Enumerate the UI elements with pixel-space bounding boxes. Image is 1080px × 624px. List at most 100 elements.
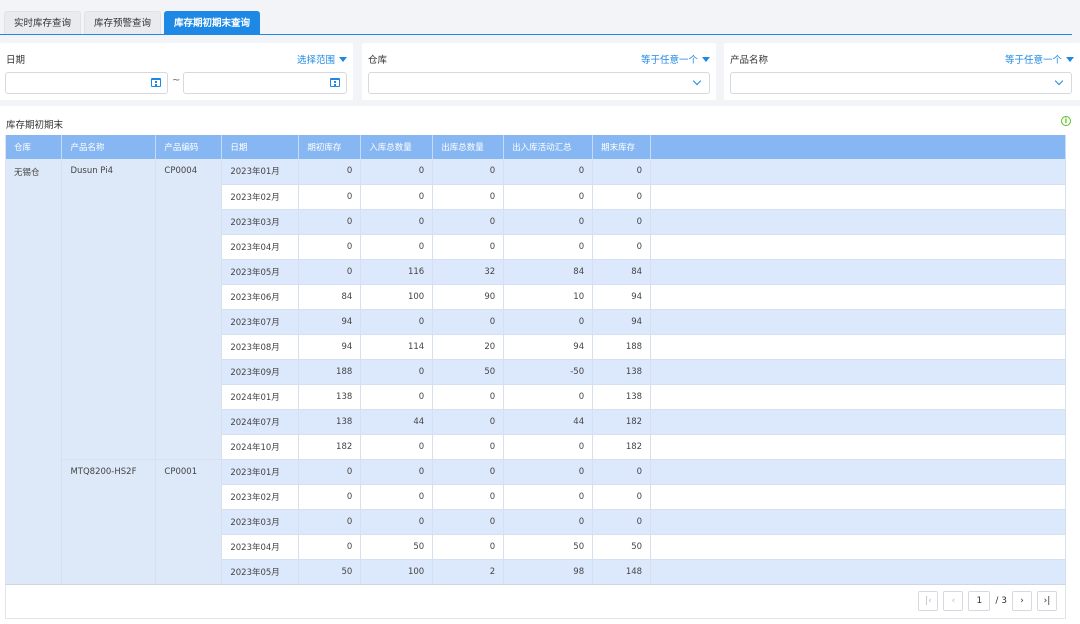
cell-filler <box>650 559 1066 585</box>
column-header[interactable]: 出库总数量 <box>432 135 505 159</box>
inventory-table: 仓库 产品名称 产品编码 日期 期初库存 入库总数量 出库总数量 出入库活动汇总 期末库存 无锡… <box>6 135 1066 585</box>
cell-inbound-total: 0 <box>360 309 434 335</box>
filter-product-label: 产品名称 <box>730 55 769 66</box>
cell-outbound-total: 0 <box>432 434 505 460</box>
table-body: 无锡仓 Dusun Pi4 CP0004 2023年01月 0 0 0 0 0 2023年02月 0… <box>6 159 1066 585</box>
cell-opening-stock: 182 <box>298 434 362 460</box>
table-row[interactable]: 无锡仓 Dusun Pi4 CP0004 2023年01月 0 0 0 0 0 <box>6 159 1066 585</box>
date-end-input[interactable] <box>183 72 347 94</box>
cell-date: 2023年01月 <box>221 159 300 185</box>
filter-warehouse: 仓库 等于任意一个 <box>362 43 716 100</box>
cell-outbound-total: 20 <box>432 334 505 360</box>
cell-filler <box>650 259 1066 285</box>
column-header-filler <box>650 135 1066 159</box>
tab-underline <box>0 34 1072 35</box>
column-header[interactable]: 入库总数量 <box>360 135 434 159</box>
cell-closing-stock: 148 <box>592 559 652 585</box>
cell-inbound-total: 0 <box>360 509 434 535</box>
tabs: 实时库存查询 库存预警查询 库存期初期末查询 <box>4 11 261 34</box>
cell-date: 2023年01月 <box>221 459 300 485</box>
cell-closing-stock: 0 <box>592 159 652 185</box>
cell-net-activity: 44 <box>503 409 594 435</box>
cell-inbound-total: 0 <box>360 384 434 410</box>
filter-warehouse-operator[interactable]: 等于任意一个 <box>641 52 710 66</box>
tab-inventory-alert[interactable]: 库存预警查询 <box>84 11 162 34</box>
cell-outbound-total: 0 <box>432 159 505 185</box>
tab-opening-closing-inventory[interactable]: 库存期初期末查询 <box>164 11 261 34</box>
cell-product-code: CP0004 <box>155 159 223 460</box>
cell-filler <box>650 434 1066 460</box>
filter-date-label: 日期 <box>6 55 26 66</box>
cell-filler <box>650 209 1066 235</box>
filter-product-operator[interactable]: 等于任意一个 <box>1005 52 1074 66</box>
cell-inbound-total: 100 <box>360 284 434 310</box>
cell-closing-stock: 94 <box>592 284 652 310</box>
cell-net-activity: 0 <box>503 459 594 485</box>
cell-opening-stock: 50 <box>298 559 362 585</box>
cell-net-activity: 0 <box>503 309 594 335</box>
table-row[interactable]: MTQ8200-HS2F CP0001 2023年01月 0 0 0 0 0 <box>6 459 1066 585</box>
data-grid[interactable]: 仓库 产品名称 产品编码 日期 期初库存 入库总数量 出库总数量 出入库活动汇总 期末库存 无锡… <box>5 135 1066 590</box>
table-header-row: 仓库 产品名称 产品编码 日期 期初库存 入库总数量 出库总数量 出入库活动汇总 期末库存 <box>6 135 1066 159</box>
cell-product-name: Dusun Pi4 <box>61 159 157 460</box>
cell-inbound-total: 0 <box>360 434 434 460</box>
cell-inbound-total: 114 <box>360 334 434 360</box>
cell-product-name: MTQ8200-HS2F <box>61 459 157 585</box>
cell-filler <box>650 359 1066 385</box>
cell-filler <box>650 284 1066 310</box>
column-header[interactable]: 产品名称 <box>61 135 157 159</box>
cell-date: 2023年04月 <box>221 534 300 560</box>
page-number-input[interactable]: 1 <box>968 591 991 611</box>
cell-outbound-total: 0 <box>432 484 505 510</box>
cell-outbound-total: 0 <box>432 384 505 410</box>
cell-date: 2023年09月 <box>221 359 300 385</box>
filter-date-operator[interactable]: 选择范围 <box>297 52 347 66</box>
cell-date: 2023年08月 <box>221 334 300 360</box>
last-page-button[interactable]: ›| <box>1037 591 1057 611</box>
calendar-icon[interactable] <box>151 78 161 87</box>
tab-realtime-inventory[interactable]: 实时库存查询 <box>4 11 82 34</box>
date-range-separator: ~ <box>172 75 181 86</box>
column-header[interactable]: 出入库活动汇总 <box>503 135 594 159</box>
cell-filler <box>650 409 1066 435</box>
column-header[interactable]: 期末库存 <box>592 135 652 159</box>
cell-closing-stock: 188 <box>592 334 652 360</box>
warehouse-select[interactable] <box>368 72 710 94</box>
cell-net-activity: 0 <box>503 184 594 210</box>
cell-opening-stock: 0 <box>298 209 362 235</box>
chevron-down-icon <box>1054 76 1064 86</box>
column-header[interactable]: 期初库存 <box>298 135 362 159</box>
caret-down-icon <box>339 57 347 62</box>
product-select[interactable] <box>730 72 1072 94</box>
cell-net-activity: 50 <box>503 534 594 560</box>
cell-warehouse: 无锡仓 <box>6 159 63 585</box>
cell-net-activity: 0 <box>503 159 594 185</box>
cell-net-activity: -50 <box>503 359 594 385</box>
cell-date: 2023年05月 <box>221 559 300 585</box>
column-header[interactable]: 仓库 <box>6 135 63 159</box>
column-header[interactable]: 产品编码 <box>155 135 223 159</box>
cell-filler <box>650 334 1066 360</box>
next-page-button[interactable]: › <box>1012 591 1032 611</box>
prev-page-button[interactable]: ‹ <box>943 591 964 611</box>
cell-opening-stock: 94 <box>298 334 362 360</box>
cell-opening-stock: 0 <box>298 234 362 260</box>
date-start-input[interactable] <box>5 72 168 94</box>
chevron-down-icon <box>692 76 702 86</box>
cell-inbound-total: 100 <box>360 559 434 585</box>
column-header[interactable]: 日期 <box>221 135 300 159</box>
cell-outbound-total: 0 <box>432 409 505 435</box>
cell-opening-stock: 0 <box>298 509 362 535</box>
pagination: |‹ ‹ 1 / 3 › ›| <box>918 591 1057 611</box>
calendar-icon[interactable] <box>330 78 340 87</box>
table-panel: 库存期初期末 i 仓库 产品名称 产品编码 日期 期初库存 入库总数量 出库总数量 出入库活动… <box>0 106 1080 624</box>
cell-filler <box>650 234 1066 260</box>
cell-net-activity: 0 <box>503 234 594 260</box>
cell-date: 2023年02月 <box>221 184 300 210</box>
info-icon[interactable]: i <box>1061 116 1071 126</box>
cell-opening-stock: 0 <box>298 259 362 285</box>
cell-date: 2023年07月 <box>221 309 300 335</box>
cell-outbound-total: 0 <box>432 234 505 260</box>
first-page-button[interactable]: |‹ <box>918 591 939 611</box>
cell-net-activity: 0 <box>503 484 594 510</box>
